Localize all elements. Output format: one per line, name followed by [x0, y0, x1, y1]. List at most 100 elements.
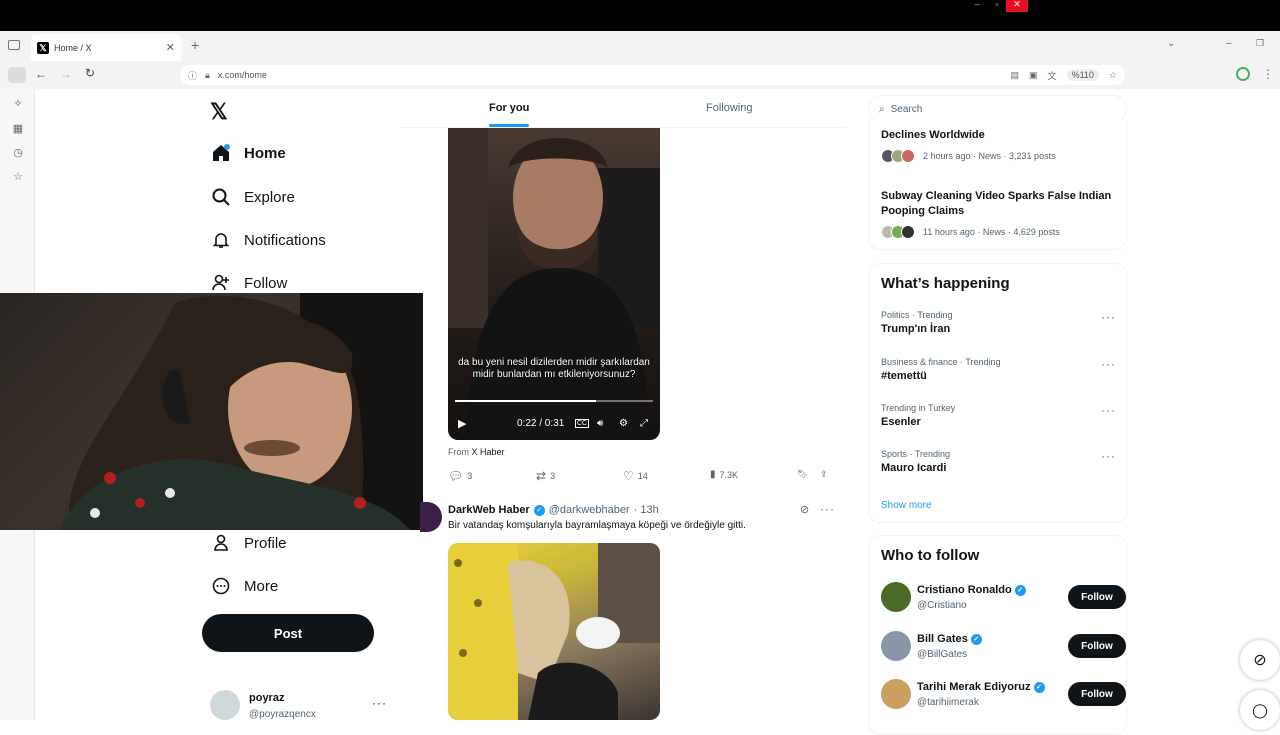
captions-icon[interactable]: CC: [575, 418, 590, 428]
source-name[interactable]: X Haber: [472, 447, 505, 457]
follow-suggestion[interactable]: Bill Gates ✓ @BillGates Follow: [881, 631, 1126, 667]
reload-icon[interactable]: ↻: [85, 66, 95, 80]
tweet-handle[interactable]: @darkwebhaber: [549, 504, 630, 516]
tab-following[interactable]: Following: [706, 102, 752, 114]
suggestion-name: Cristiano Ronaldo ✓: [917, 584, 1026, 596]
grok-icon[interactable]: ⊘: [800, 503, 809, 516]
zoom-level[interactable]: %110: [1066, 69, 1099, 81]
settings-gear-icon[interactable]: ⚙: [619, 418, 628, 429]
show-more-link[interactable]: Show more: [881, 500, 932, 511]
screenshot-icon[interactable]: ▣: [1029, 70, 1038, 81]
like-button[interactable]: ♡ 14: [623, 469, 648, 483]
webcam-person-image: [60, 293, 423, 530]
maximize-window-button[interactable]: ▫: [986, 0, 1008, 12]
news-item[interactable]: Declines Worldwide 2 hours ago · News · …: [881, 128, 1121, 163]
video-controls: ▶ 0:22 / 0:31 CC 🔊︎ ⚙ ⤢: [448, 413, 660, 433]
reply-button[interactable]: 💬︎ 3: [448, 469, 472, 483]
share-icon[interactable]: ⇪: [820, 469, 828, 480]
grok-float-button[interactable]: ⊘: [1240, 640, 1280, 680]
avatar[interactable]: [881, 631, 911, 661]
who-to-follow-card: Who to follow Cristiano Ronaldo ✓ @Cristi…: [868, 535, 1127, 735]
avatar[interactable]: [881, 679, 911, 709]
forward-icon[interactable]: →: [60, 67, 72, 81]
trend-item[interactable]: Sports · Trending Mauro Icardi ···: [881, 449, 1116, 474]
minimize-icon[interactable]: –: [1226, 38, 1232, 49]
post-button[interactable]: Post: [202, 614, 374, 652]
trend-item[interactable]: Business & finance · Trending #temettü ·…: [881, 357, 1116, 382]
back-icon[interactable]: ←: [35, 67, 47, 81]
trend-name: Mauro Icardi: [881, 462, 947, 474]
tab-for-you[interactable]: For you: [489, 102, 529, 114]
more-circle-icon: [210, 575, 232, 597]
profile-icon[interactable]: [1236, 67, 1250, 81]
repost-button[interactable]: ⇄ 3: [536, 469, 555, 483]
follow-suggestion[interactable]: Cristiano Ronaldo ✓ @Cristiano Follow: [881, 582, 1126, 618]
tweet-author[interactable]: DarkWeb Haber: [448, 504, 530, 516]
search-icon: ⌕: [879, 103, 885, 115]
like-count: 14: [637, 471, 648, 481]
avatar[interactable]: [881, 582, 911, 612]
x-logo-icon[interactable]: 𝕏: [210, 99, 228, 125]
reader-mode-icon[interactable]: ▤: [1011, 70, 1020, 81]
trend-more-icon[interactable]: ···: [1101, 310, 1116, 324]
translate-icon[interactable]: 文: [1048, 69, 1057, 82]
news-avatars: [881, 225, 915, 239]
close-window-button[interactable]: ✕: [1006, 0, 1028, 12]
views-button[interactable]: ▮ 7.3K: [710, 469, 738, 480]
trend-more-icon[interactable]: ···: [1101, 449, 1116, 463]
sidebar-toggle-icon[interactable]: [8, 67, 26, 83]
browser-tab[interactable]: 𝕏 Home / X ✕: [31, 34, 181, 61]
nav-item-notifications[interactable]: Notifications: [210, 225, 326, 255]
bookmark-star-icon[interactable]: ☆: [1109, 70, 1117, 81]
follow-suggestion[interactable]: Tarihi Merak Ediyoruz ✓ @tarihiimerak Fol…: [881, 679, 1126, 715]
messages-float-button[interactable]: ◯: [1240, 690, 1280, 730]
verified-badge-icon: ✓: [1033, 681, 1045, 693]
suggestion-handle: @BillGates: [917, 649, 968, 660]
search-input[interactable]: ⌕ Search: [868, 95, 1127, 123]
feed-tabs: For you Following: [400, 89, 846, 128]
trend-more-icon[interactable]: ···: [1101, 357, 1116, 371]
trend-item[interactable]: Trending in Turkey Esenler ···: [881, 403, 1116, 428]
nav-item-home[interactable]: Home: [210, 138, 286, 168]
nav-item-explore[interactable]: Explore: [210, 182, 295, 212]
avatar[interactable]: [210, 690, 240, 720]
follow-button[interactable]: Follow: [1068, 634, 1126, 658]
video-progress-bar[interactable]: [455, 400, 653, 402]
address-field[interactable]: ⓘ 🔒︎ x.com/home ▤ ▣ 文 %110 ☆: [180, 65, 1125, 85]
news-item[interactable]: Subway Cleaning Video Sparks False India…: [881, 189, 1121, 239]
tweet-time[interactable]: · 13h: [634, 504, 659, 516]
play-icon[interactable]: ▶: [458, 417, 466, 430]
restore-icon[interactable]: ❐: [1256, 38, 1264, 49]
follow-button[interactable]: Follow: [1068, 682, 1126, 706]
new-tab-icon[interactable]: +: [191, 37, 199, 53]
video-player[interactable]: da bu yeni nesil dizilerden midir şarkıl…: [448, 128, 660, 440]
close-tab-icon[interactable]: ✕: [166, 41, 175, 54]
account-menu-icon[interactable]: ···: [372, 696, 387, 710]
fullscreen-icon[interactable]: ⤢: [640, 418, 648, 429]
tab-list-chevron-icon[interactable]: ⌄: [1167, 38, 1175, 49]
tweet-image[interactable]: [448, 543, 660, 720]
bookmark-icon[interactable]: 🔖︎: [797, 469, 808, 480]
tweet-more-icon[interactable]: ···: [820, 502, 835, 516]
copilot-icon[interactable]: ✧: [11, 97, 25, 111]
follow-button[interactable]: Follow: [1068, 585, 1126, 609]
menu-icon[interactable]: ⋮: [1262, 67, 1274, 81]
trend-more-icon[interactable]: ···: [1101, 403, 1116, 417]
search-icon: [210, 186, 232, 208]
news-card: Declines Worldwide 2 hours ago · News · …: [868, 120, 1127, 250]
trend-item[interactable]: Politics · Trending Trump'ın İran ···: [881, 310, 1116, 335]
trend-category: Trending in Turkey: [881, 403, 956, 413]
volume-icon[interactable]: 🔊︎: [597, 418, 603, 429]
active-tab-indicator: [489, 124, 529, 127]
minimize-window-button[interactable]: ‒: [966, 0, 988, 12]
favorites-icon[interactable]: ☆: [11, 170, 25, 184]
bell-icon: [210, 229, 232, 251]
news-meta: 11 hours ago · News · 4,629 posts: [881, 225, 1121, 239]
collections-icon[interactable]: ▦: [11, 122, 25, 136]
site-info-icon[interactable]: ⓘ: [188, 69, 197, 82]
nav-item-more[interactable]: More: [210, 571, 278, 601]
workspaces-icon[interactable]: [8, 40, 20, 50]
nav-item-profile[interactable]: Profile: [210, 528, 287, 558]
history-icon[interactable]: ◷: [11, 146, 25, 160]
avatar[interactable]: [420, 502, 442, 532]
